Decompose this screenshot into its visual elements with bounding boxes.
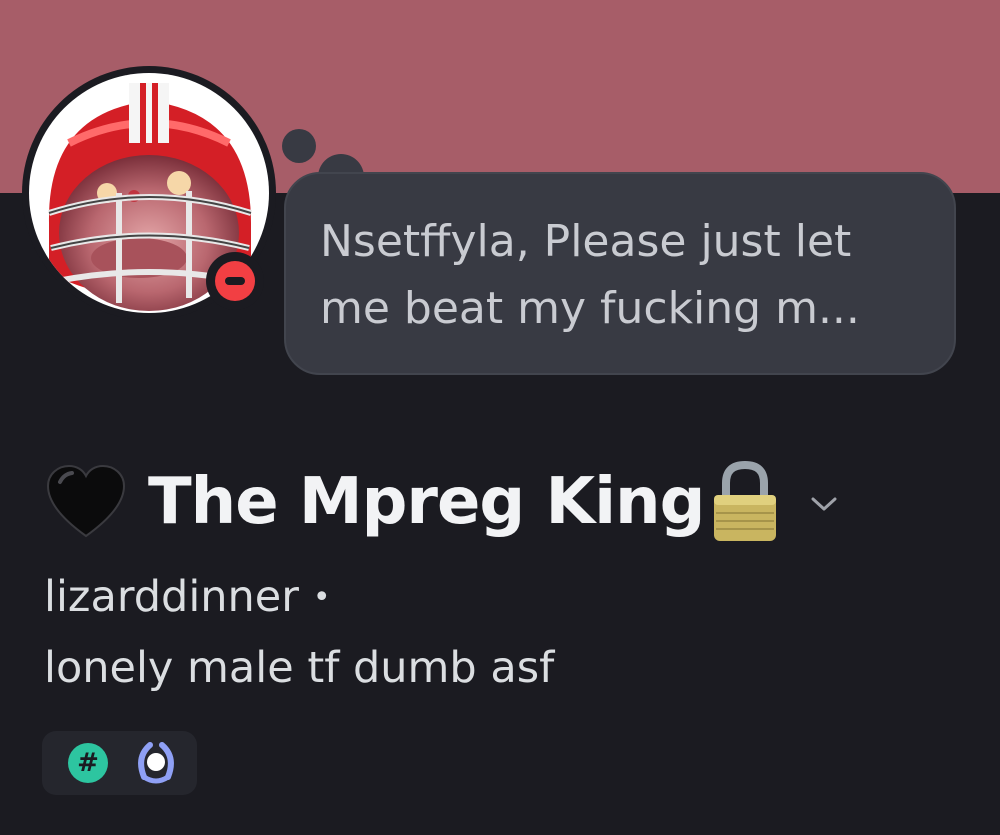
username[interactable]: lizarddinner bbox=[44, 572, 299, 622]
dnd-status-icon bbox=[206, 252, 264, 310]
chevron-down-icon[interactable] bbox=[810, 494, 838, 514]
dnd-status-bar bbox=[225, 277, 245, 285]
black-heart-icon bbox=[46, 464, 126, 538]
thought-bubble-dot-small bbox=[282, 129, 316, 163]
separator-dot: • bbox=[312, 579, 331, 615]
badge-list: # bbox=[42, 731, 197, 795]
pronouns: lonely male tf dumb asf bbox=[44, 643, 555, 693]
custom-status-text: Nsetffyla, Please just let me beat my fu… bbox=[320, 216, 860, 334]
lock-icon bbox=[714, 460, 777, 541]
hashtag-badge-icon[interactable]: # bbox=[68, 743, 108, 783]
laurel-badge-icon[interactable] bbox=[130, 739, 182, 787]
username-row: lizarddinner • bbox=[44, 566, 331, 628]
display-name: The Mpreg King bbox=[148, 465, 705, 539]
display-name-row[interactable]: The Mpreg King bbox=[44, 452, 838, 552]
custom-status-bubble[interactable]: Nsetffyla, Please just let me beat my fu… bbox=[284, 172, 956, 375]
dnd-status-dot bbox=[215, 261, 255, 301]
